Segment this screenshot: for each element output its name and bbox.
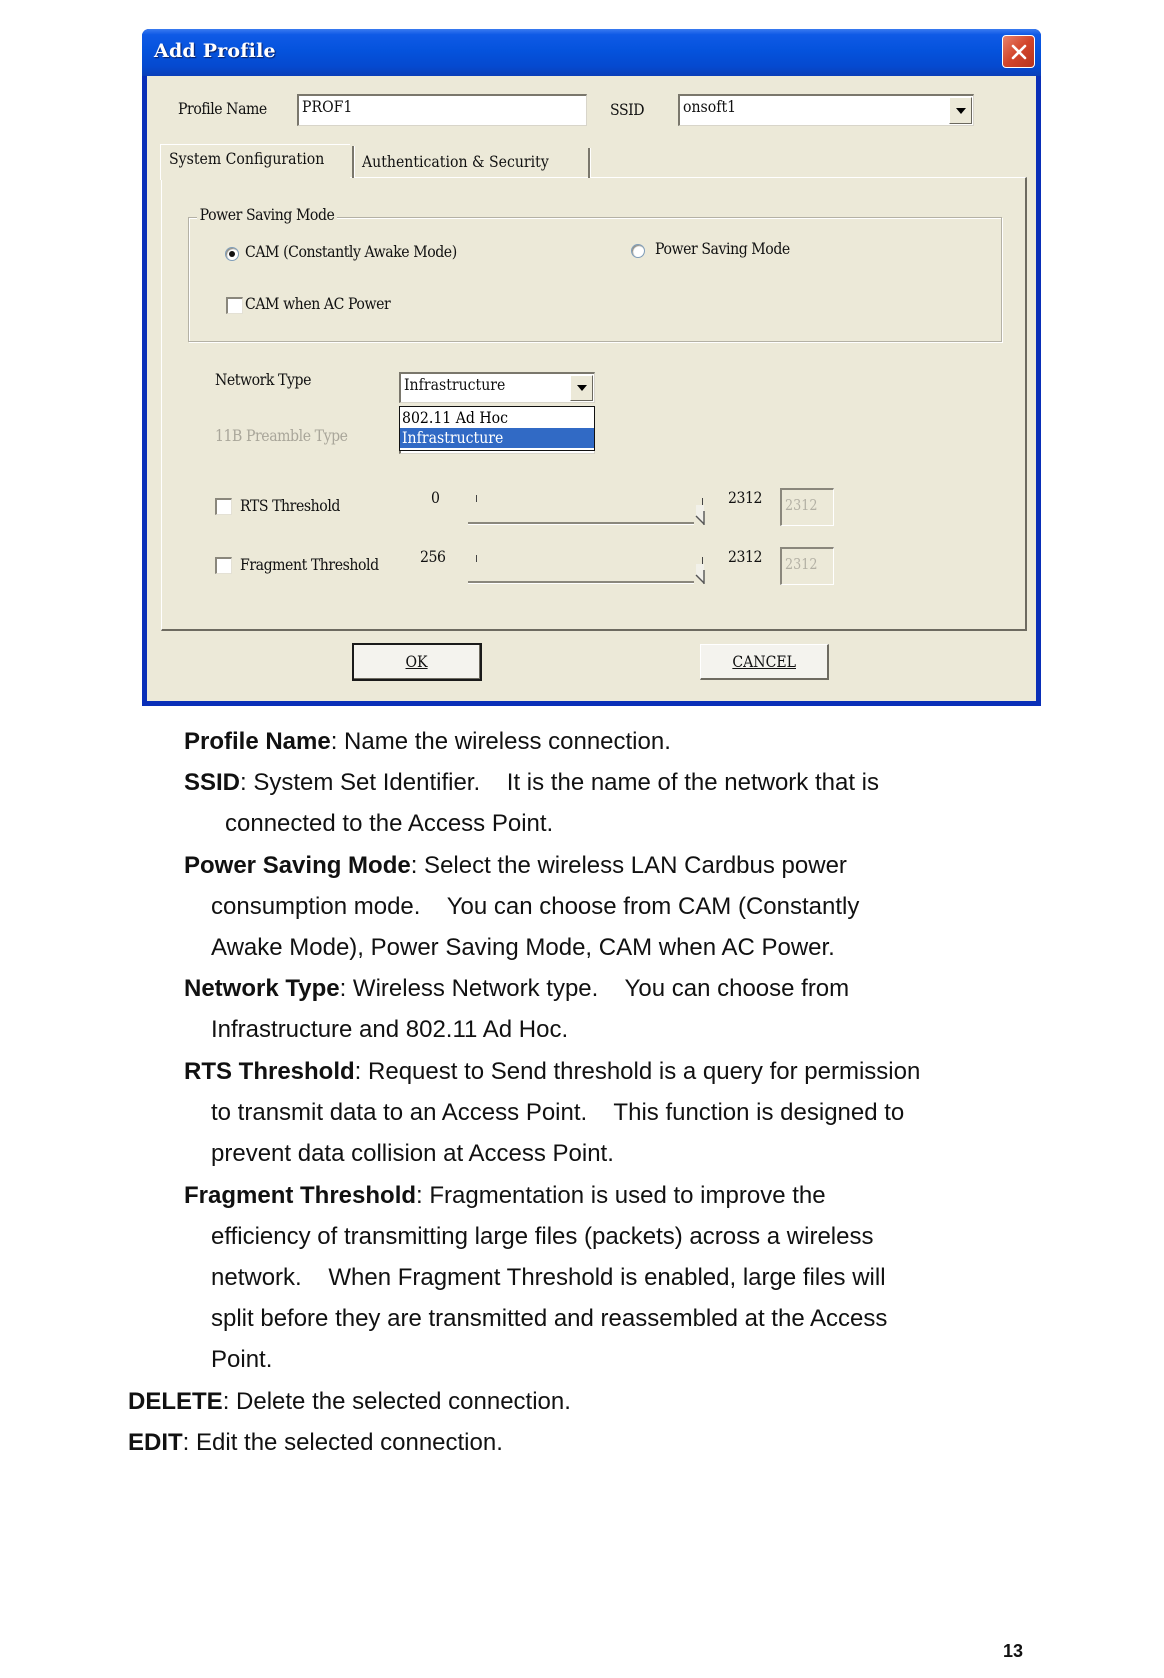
power-saving-group-title: Power Saving Mode [197, 205, 338, 224]
cancel-button[interactable]: CANCEL [700, 644, 829, 680]
description: : Wireless Network type. You can choose … [339, 975, 850, 1002]
term: RTS Threshold [184, 1058, 355, 1085]
fragment-threshold-checkbox[interactable] [215, 557, 232, 574]
page-number: 13 [1003, 1641, 1024, 1661]
fragment-threshold-slider[interactable] [468, 581, 694, 584]
tab-system-configuration[interactable]: System Configuration [169, 149, 345, 168]
fragment-min-value: 256 [420, 547, 446, 566]
network-type-dropdown-button[interactable] [570, 375, 593, 401]
doc-continuation: split before they are transmitted and re… [211, 1305, 888, 1332]
network-type-select[interactable]: Infrastructure [399, 372, 595, 403]
network-type-option[interactable]: 802.11 Ad Hoc [400, 408, 594, 428]
ssid-label: SSID [610, 100, 645, 119]
chevron-down-icon [576, 385, 587, 391]
ssid-select[interactable]: onsoft1 [678, 94, 974, 126]
cam-radio[interactable] [225, 247, 239, 261]
doc-continuation: Infrastructure and 802.11 Ad Hoc. [211, 1016, 569, 1043]
network-type-option-selected[interactable]: Infrastructure [400, 428, 594, 448]
profile-name-label: Profile Name [178, 99, 267, 118]
cam-radio-label: CAM (Constantly Awake Mode) [245, 242, 457, 261]
doc-continuation: Point. [211, 1346, 273, 1373]
term: Power Saving Mode [184, 852, 411, 879]
term: Network Type [184, 975, 340, 1002]
rts-threshold-label: RTS Threshold [240, 496, 340, 515]
description: : Edit the selected connection. [182, 1429, 503, 1456]
doc-continuation: prevent data collision at Access Point. [211, 1140, 614, 1167]
doc-item-ssid: SSID: System Set Identifier. It is the n… [184, 762, 879, 803]
doc-item-edit: EDIT: Edit the selected connection. [128, 1422, 503, 1463]
ok-button[interactable]: OK [352, 643, 482, 681]
tab-label: System Configuration [169, 149, 325, 168]
rts-max-value: 2312 [728, 488, 763, 507]
fragment-max-value: 2312 [728, 547, 763, 566]
ssid-dropdown-button[interactable] [949, 97, 972, 124]
description: : Request to Send threshold is a query f… [354, 1058, 921, 1085]
power-saving-group [188, 217, 1002, 342]
term: Fragment Threshold [184, 1182, 417, 1209]
tab-divider [352, 146, 354, 178]
slider-tick [476, 495, 477, 502]
dialog-body: Profile Name PROF1 SSID onsoft1 System C… [147, 76, 1036, 701]
doc-continuation: to transmit data to an Access Point. Thi… [211, 1099, 905, 1126]
cancel-button-label: CANCEL [732, 652, 796, 671]
doc-item-profile-name: Profile Name: Name the wireless connecti… [184, 721, 671, 762]
doc-item-power-saving-mode: Power Saving Mode: Select the wireless L… [184, 845, 847, 886]
cam-ac-power-label: CAM when AC Power [245, 294, 391, 313]
title-bar[interactable]: Add Profile [142, 29, 1041, 76]
description: : Select the wireless LAN Cardbus power [410, 852, 847, 879]
description: : Name the wireless connection. [330, 728, 671, 755]
doc-continuation: network. When Fragment Threshold is enab… [211, 1264, 886, 1291]
slider-tick [476, 555, 477, 562]
power-saving-radio-label: Power Saving Mode [655, 239, 790, 258]
rts-threshold-checkbox[interactable] [215, 498, 232, 515]
doc-item-network-type: Network Type: Wireless Network type. You… [184, 968, 849, 1009]
doc-continuation: connected to the Access Point. [225, 810, 554, 837]
chevron-down-icon [955, 107, 966, 114]
rts-min-value: 0 [431, 488, 440, 507]
close-icon [1011, 44, 1026, 59]
close-button[interactable] [1002, 35, 1035, 68]
doc-item-fragment-threshold: Fragment Threshold: Fragmentation is use… [184, 1175, 826, 1216]
doc-continuation: consumption mode. You can choose from CA… [211, 893, 860, 920]
network-type-label: Network Type [215, 370, 311, 389]
fragment-value: 2312 [785, 555, 818, 573]
term: SSID [184, 769, 241, 796]
fragment-value-box: 2312 [780, 547, 834, 585]
network-type-options-list: 802.11 Ad Hoc Infrastructure [399, 406, 595, 451]
rts-slider-thumb[interactable] [695, 504, 706, 526]
profile-name-input[interactable]: PROF1 [297, 94, 587, 126]
description: : Fragmentation is used to improve the [416, 1182, 826, 1209]
doc-continuation: Awake Mode), Power Saving Mode, CAM when… [211, 934, 835, 961]
term: Profile Name [184, 728, 331, 755]
tab-label: Authentication & Security [362, 152, 549, 171]
description: : Delete the selected connection. [222, 1388, 571, 1415]
term: EDIT [128, 1429, 183, 1456]
add-profile-dialog: Add Profile Profile Name PROF1 SSID onso… [142, 29, 1041, 706]
cam-ac-power-checkbox[interactable] [226, 297, 243, 314]
profile-name-value: PROF1 [302, 97, 353, 116]
ok-button-label: OK [405, 652, 428, 671]
doc-item-delete: DELETE: Delete the selected connection. [128, 1381, 571, 1422]
tab-divider [588, 148, 590, 178]
doc-item-rts-threshold: RTS Threshold: Request to Send threshold… [184, 1051, 920, 1092]
term: DELETE [128, 1388, 223, 1415]
ssid-value: onsoft1 [683, 97, 737, 116]
description: : System Set Identifier. It is the name … [240, 769, 879, 796]
dialog-title: Add Profile [154, 40, 276, 62]
preamble-type-label: 11B Preamble Type [215, 426, 348, 445]
network-type-value: Infrastructure [404, 375, 506, 394]
fragment-threshold-label: Fragment Threshold [240, 555, 379, 574]
rts-threshold-slider[interactable] [468, 522, 694, 525]
doc-continuation: efficiency of transmitting large files (… [211, 1223, 874, 1250]
tab-authentication-security[interactable]: Authentication & Security [362, 152, 574, 171]
rts-value-box: 2312 [780, 488, 834, 526]
power-saving-radio[interactable] [631, 244, 645, 258]
fragment-slider-thumb[interactable] [695, 563, 706, 585]
rts-value: 2312 [785, 496, 818, 514]
